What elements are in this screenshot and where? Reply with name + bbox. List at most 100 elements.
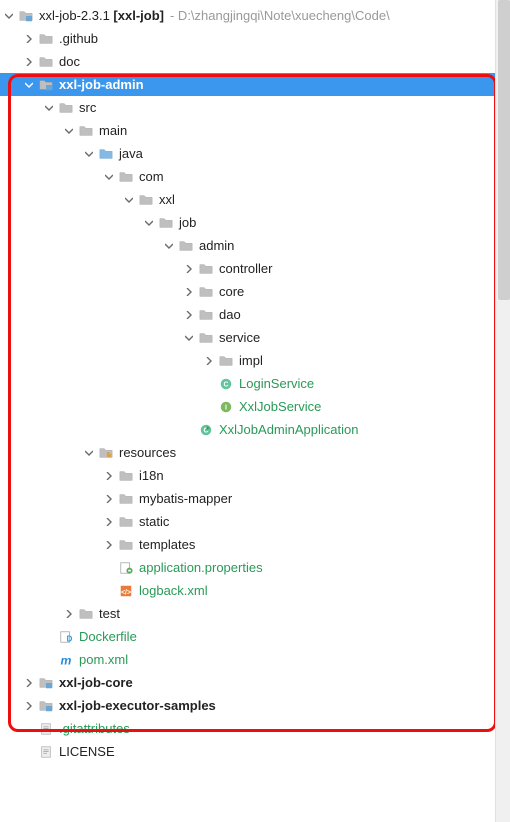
tree-row[interactable]: mybatis-mapper xyxy=(0,487,510,510)
chevron-down-icon[interactable] xyxy=(82,446,96,460)
text-file-icon xyxy=(37,721,55,737)
chevron-down-icon[interactable] xyxy=(82,147,96,161)
tree-row[interactable]: static xyxy=(0,510,510,533)
tree-row[interactable]: service xyxy=(0,326,510,349)
tree-row[interactable]: com xyxy=(0,165,510,188)
node-label: impl xyxy=(239,353,263,368)
node-label: XxlJobService xyxy=(239,399,321,414)
tree-row[interactable]: impl xyxy=(0,349,510,372)
node-label: static xyxy=(139,514,169,529)
node-label: application.properties xyxy=(139,560,263,575)
folder-icon xyxy=(77,123,95,139)
folder-icon xyxy=(77,606,95,622)
root-path: - D:\zhangjingqi\Note\xuecheng\Code\ xyxy=(170,8,390,23)
node-label: templates xyxy=(139,537,195,552)
node-label: xxl-job-admin xyxy=(59,77,144,92)
node-label: logback.xml xyxy=(139,583,208,598)
project-tree[interactable]: xxl-job-2.3.1 [xxl-job] - D:\zhangjingqi… xyxy=(0,0,510,763)
chevron-right-icon[interactable] xyxy=(22,699,36,713)
module-folder-icon xyxy=(37,675,55,691)
resources-folder-icon xyxy=(97,445,115,461)
node-label: .github xyxy=(59,31,98,46)
chevron-right-icon[interactable] xyxy=(102,469,116,483)
node-label: .gitattributes xyxy=(59,721,130,736)
chevron-right-icon[interactable] xyxy=(22,32,36,46)
tree-row[interactable]: LICENSE xyxy=(0,740,510,763)
tree-row[interactable]: xxl-job-executor-samples xyxy=(0,694,510,717)
node-label: admin xyxy=(199,238,234,253)
node-label: com xyxy=(139,169,164,184)
xml-file-icon xyxy=(117,583,135,599)
tree-row[interactable]: dao xyxy=(0,303,510,326)
node-label: i18n xyxy=(139,468,164,483)
tree-row[interactable]: admin xyxy=(0,234,510,257)
chevron-down-icon[interactable] xyxy=(102,170,116,184)
tree-row[interactable]: main xyxy=(0,119,510,142)
node-label: doc xyxy=(59,54,80,69)
tree-row[interactable]: src xyxy=(0,96,510,119)
tree-row[interactable]: test xyxy=(0,602,510,625)
chevron-down-icon[interactable] xyxy=(182,331,196,345)
node-label: Dockerfile xyxy=(79,629,137,644)
tree-row[interactable]: java xyxy=(0,142,510,165)
node-label: dao xyxy=(219,307,241,322)
chevron-right-icon[interactable] xyxy=(202,354,216,368)
chevron-right-icon[interactable] xyxy=(182,308,196,322)
tree-row[interactable]: i18n xyxy=(0,464,510,487)
tree-row[interactable]: controller xyxy=(0,257,510,280)
vertical-scrollbar[interactable] xyxy=(495,0,510,822)
chevron-down-icon[interactable] xyxy=(122,193,136,207)
tree-row[interactable]: core xyxy=(0,280,510,303)
tree-row[interactable]: doc xyxy=(0,50,510,73)
node-label: controller xyxy=(219,261,272,276)
tree-row[interactable]: LoginService xyxy=(0,372,510,395)
node-label: xxl-job-core xyxy=(59,675,133,690)
node-label: mybatis-mapper xyxy=(139,491,232,506)
tree-row[interactable]: job xyxy=(0,211,510,234)
node-label: main xyxy=(99,123,127,138)
folder-icon xyxy=(197,284,215,300)
node-label: LoginService xyxy=(239,376,314,391)
tree-row[interactable]: Dockerfile xyxy=(0,625,510,648)
chevron-down-icon[interactable] xyxy=(42,101,56,115)
tree-row[interactable]: application.properties xyxy=(0,556,510,579)
chevron-right-icon[interactable] xyxy=(62,607,76,621)
tree-row-selected[interactable]: xxl-job-admin xyxy=(0,73,510,96)
folder-icon xyxy=(157,215,175,231)
node-label: xxl xyxy=(159,192,175,207)
folder-icon xyxy=(177,238,195,254)
tree-row[interactable]: .gitattributes xyxy=(0,717,510,740)
node-label: resources xyxy=(119,445,176,460)
chevron-down-icon[interactable] xyxy=(142,216,156,230)
folder-icon xyxy=(117,514,135,530)
chevron-right-icon[interactable] xyxy=(22,55,36,69)
tree-row[interactable]: .github xyxy=(0,27,510,50)
tree-row[interactable]: xxl xyxy=(0,188,510,211)
tree-row[interactable]: xxl-job-core xyxy=(0,671,510,694)
tree-row[interactable]: XxlJobService xyxy=(0,395,510,418)
class-icon xyxy=(217,376,235,392)
tree-row[interactable]: resources xyxy=(0,441,510,464)
chevron-down-icon[interactable] xyxy=(62,124,76,138)
node-label: test xyxy=(99,606,120,621)
tree-row[interactable]: templates xyxy=(0,533,510,556)
chevron-down-icon[interactable] xyxy=(22,78,36,92)
folder-icon xyxy=(197,307,215,323)
folder-icon xyxy=(117,169,135,185)
chevron-right-icon[interactable] xyxy=(102,538,116,552)
tree-row-root[interactable]: xxl-job-2.3.1 [xxl-job] - D:\zhangjingqi… xyxy=(0,4,510,27)
node-label: xxl-job-executor-samples xyxy=(59,698,216,713)
chevron-right-icon[interactable] xyxy=(182,262,196,276)
folder-icon xyxy=(117,491,135,507)
chevron-down-icon[interactable] xyxy=(162,239,176,253)
folder-icon xyxy=(137,192,155,208)
tree-row[interactable]: logback.xml xyxy=(0,579,510,602)
chevron-right-icon[interactable] xyxy=(102,492,116,506)
chevron-right-icon[interactable] xyxy=(22,676,36,690)
scrollbar-thumb[interactable] xyxy=(498,0,510,300)
tree-row[interactable]: XxlJobAdminApplication xyxy=(0,418,510,441)
chevron-down-icon[interactable] xyxy=(2,9,16,23)
tree-row[interactable]: pom.xml xyxy=(0,648,510,671)
chevron-right-icon[interactable] xyxy=(102,515,116,529)
chevron-right-icon[interactable] xyxy=(182,285,196,299)
